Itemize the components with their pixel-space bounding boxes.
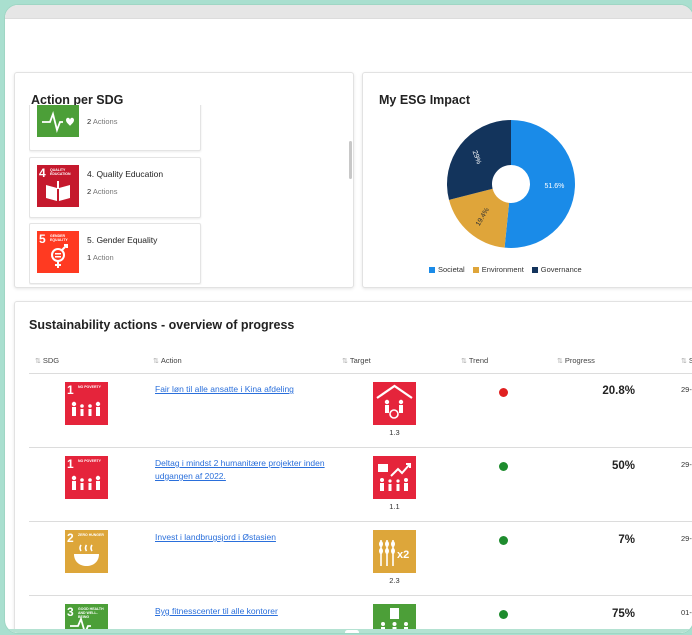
sdg-card-5[interactable]: 5 GENDER EQUALITY 5. Gender Equality 1 A… xyxy=(29,223,201,284)
target-tile xyxy=(373,456,416,499)
sdg-tile: 2 ZERO HUNGER xyxy=(65,530,108,573)
progress-value: 75% xyxy=(611,608,635,620)
target-code: 1.3 xyxy=(389,428,400,437)
progress-value: 20.8% xyxy=(602,385,635,397)
header-divider xyxy=(29,373,692,374)
action-link[interactable]: Fair løn til alle ansatte i Kina afdelin… xyxy=(155,383,335,396)
trend-indicator xyxy=(499,388,508,397)
progress-value: 7% xyxy=(618,534,635,546)
sdg-tile: 1 NO POVERTY xyxy=(65,382,108,425)
food-bowl-icon xyxy=(74,544,99,566)
target-code: 1.1 xyxy=(389,502,400,511)
sdg-tile: 3 GOOD HEALTH AND WELL-BEING xyxy=(65,604,108,630)
trend-indicator xyxy=(499,462,508,471)
column-header-start[interactable]: ⇅St xyxy=(681,356,692,365)
target-tile xyxy=(373,604,416,630)
social-protection-icon xyxy=(376,384,413,419)
esg-impact-title: My ESG Impact xyxy=(379,93,470,107)
book-icon xyxy=(46,181,70,201)
bottom-scrollbar[interactable] xyxy=(5,629,692,633)
start-date: 01-0 xyxy=(681,608,692,617)
target-tile xyxy=(373,382,416,425)
sdg-action-count: 2 Actions xyxy=(87,117,118,126)
top-bar xyxy=(5,5,692,19)
action-link[interactable]: Invest i landbrugsjord i Østasien xyxy=(155,531,335,544)
legend-item-societal[interactable]: Societal xyxy=(429,265,465,274)
app-frame: Action per SDG 2 Actions 4 QUALITY EDUCA… xyxy=(4,4,692,634)
row-divider xyxy=(29,595,692,596)
sdg-tile xyxy=(37,105,79,137)
growth-icon xyxy=(378,463,411,491)
target-tile: x2 xyxy=(373,530,416,573)
row-divider xyxy=(29,521,692,522)
sdg-action-count: 2 Actions xyxy=(87,187,118,196)
column-header-action[interactable]: ⇅ Action xyxy=(153,356,182,365)
family-icon xyxy=(71,475,101,490)
action-link[interactable]: Byg fitnesscenter til alle kontorer xyxy=(155,605,335,618)
sdg-list[interactable]: 2 Actions 4 QUALITY EDUCATION 4. Quality… xyxy=(29,105,354,285)
row-divider xyxy=(29,447,692,448)
family-icon xyxy=(71,401,101,416)
trend-indicator xyxy=(499,536,508,545)
legend-item-environment[interactable]: Environment xyxy=(472,265,524,274)
esg-donut-chart: 51.6%19.4%29% xyxy=(447,120,575,248)
pie-slice-societal[interactable] xyxy=(504,120,575,248)
column-header-target[interactable]: ⇅ Target xyxy=(342,356,371,365)
sdg-tile: 4 QUALITY EDUCATION xyxy=(37,165,79,207)
start-date: 29-0 xyxy=(681,385,692,394)
heartbeat-icon xyxy=(70,616,91,630)
sdg-tile: 5 GENDER EQUALITY xyxy=(37,231,79,273)
trend-indicator xyxy=(499,610,508,619)
column-header-sdg[interactable]: ⇅ SDG xyxy=(35,356,59,365)
sdg-action-count: 1 Action xyxy=(87,253,114,262)
progress-table-title: Sustainability actions - overview of pro… xyxy=(29,318,295,332)
legend-item-governance[interactable]: Governance xyxy=(531,265,582,274)
sdg-name: 5. Gender Equality xyxy=(87,235,158,245)
pie-label-societal: 51.6% xyxy=(545,183,565,190)
sdg-card-3[interactable]: 2 Actions xyxy=(29,105,201,151)
start-date: 29-0 xyxy=(681,534,692,543)
action-link[interactable]: Deltag i mindst 2 humanitære projekter i… xyxy=(155,457,335,483)
gender-equality-icon xyxy=(51,244,68,268)
sdg-name: 4. Quality Education xyxy=(87,169,164,179)
health-people-icon xyxy=(381,608,408,630)
esg-legend: Societal Environment Governance xyxy=(429,265,582,274)
sdg-list-scrollbar[interactable] xyxy=(349,141,352,179)
wheat-double-icon: x2 xyxy=(379,540,409,566)
column-header-trend[interactable]: ⇅ Trend xyxy=(461,356,488,365)
column-header-progress[interactable]: ⇅ Progress xyxy=(557,356,595,365)
heartbeat-icon xyxy=(42,110,74,134)
svg-text:x2: x2 xyxy=(397,549,409,561)
scroll-knob[interactable] xyxy=(345,630,359,633)
start-date: 29-0 xyxy=(681,460,692,469)
sdg-tile: 1 NO POVERTY xyxy=(65,456,108,499)
sdg-card-4[interactable]: 4 QUALITY EDUCATION 4. Quality Education… xyxy=(29,157,201,218)
target-code: 2.3 xyxy=(389,576,400,585)
progress-value: 50% xyxy=(611,460,635,472)
